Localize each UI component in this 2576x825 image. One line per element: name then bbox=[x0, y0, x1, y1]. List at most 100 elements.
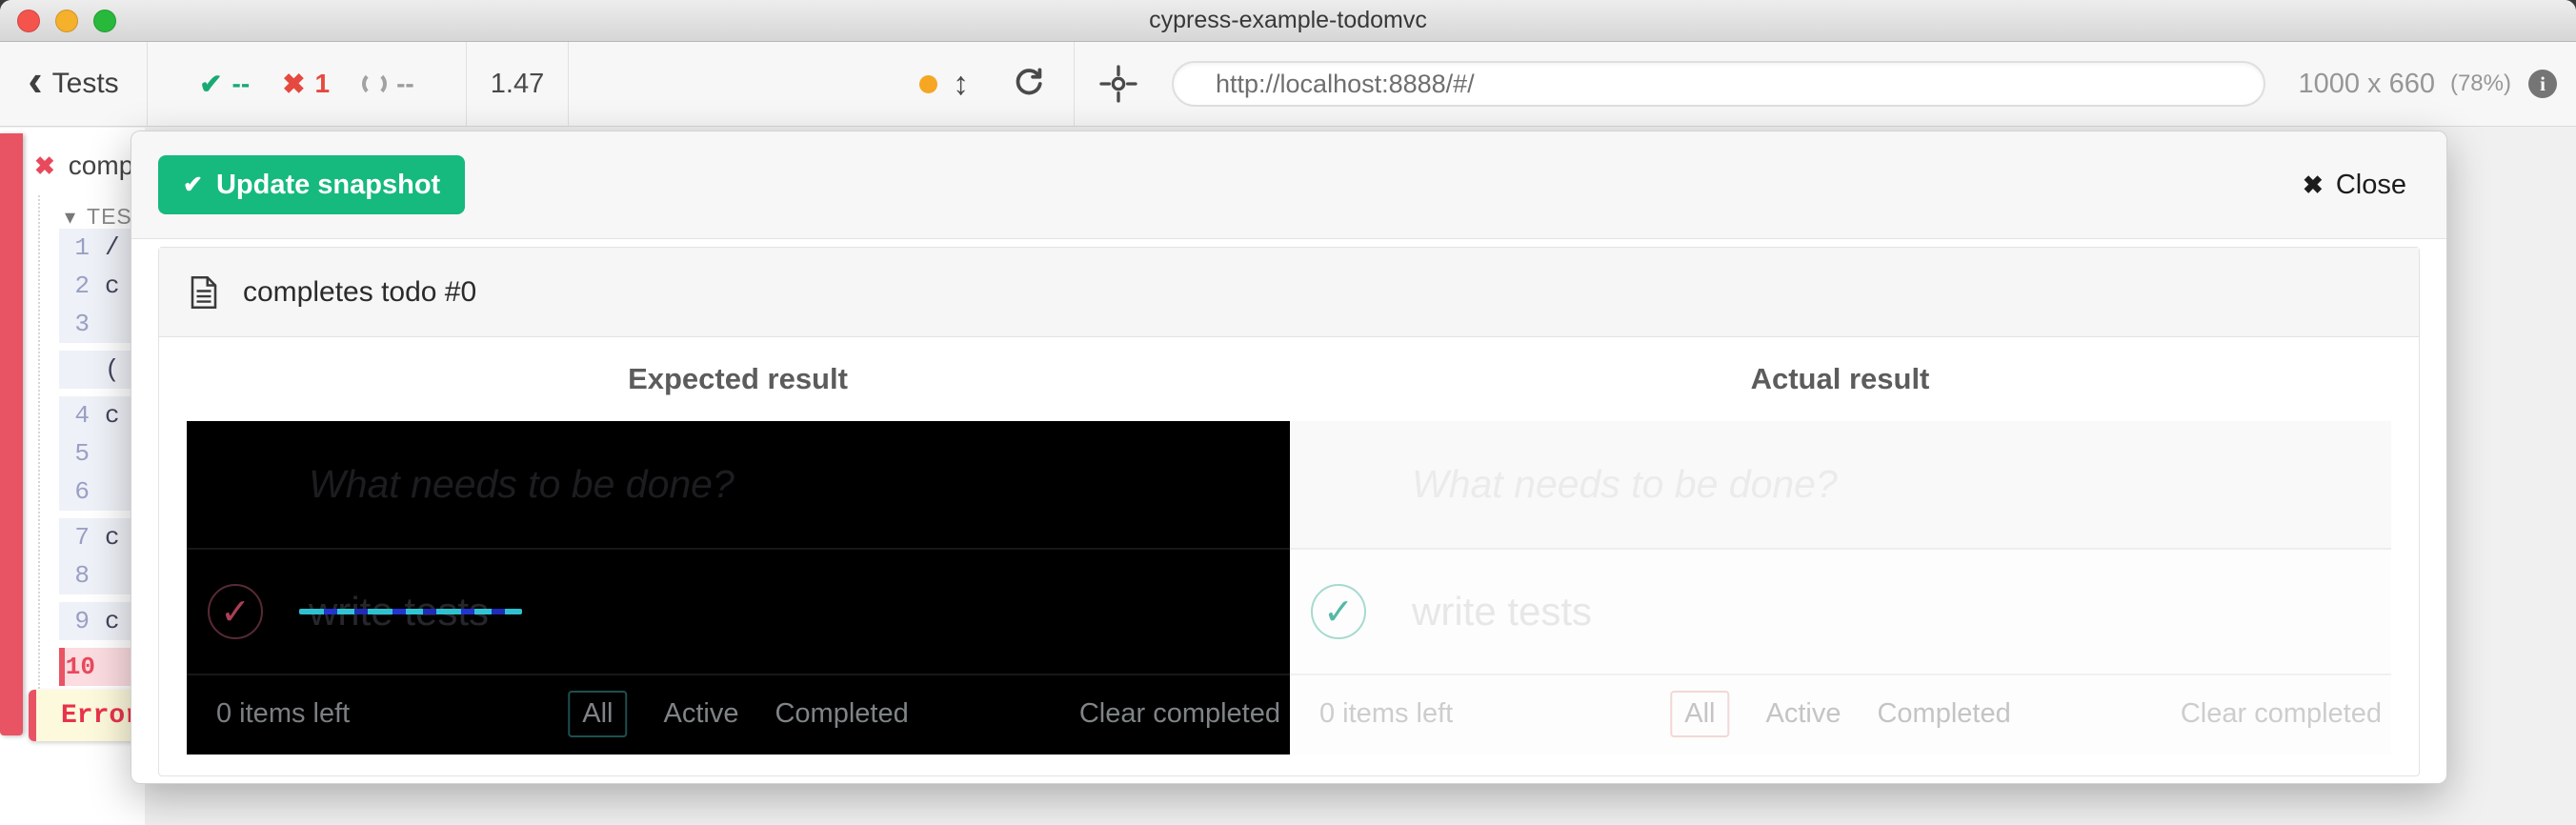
todo-item-row: ✓ write tests bbox=[1290, 550, 2391, 674]
toolbar-divider bbox=[1074, 42, 1075, 126]
viewport-scale: (78%) bbox=[2450, 70, 2511, 97]
todo-filters: All Active Completed bbox=[568, 675, 908, 753]
update-snapshot-label: Update snapshot bbox=[216, 170, 440, 201]
filter-active: Active bbox=[664, 698, 739, 730]
clear-completed-label: Clear completed bbox=[1079, 675, 1280, 753]
runner-toolbar: ‹ Tests ✔ -- ✖ 1 -- 1.47 ↕ bbox=[0, 42, 2576, 127]
snapshot-test-header: completes todo #0 bbox=[159, 248, 2419, 337]
toggle-check-icon: ✓ bbox=[1323, 591, 1354, 634]
failed-test-bar bbox=[0, 133, 23, 735]
stat-pending: -- bbox=[362, 69, 414, 99]
diff-strikethrough-highlight bbox=[299, 609, 522, 614]
dialog-header: ✔ Update snapshot ✖ Close bbox=[131, 131, 2446, 239]
info-icon[interactable]: i bbox=[2528, 70, 2557, 98]
line-number: 8 bbox=[59, 561, 105, 590]
filter-all: All bbox=[1670, 691, 1729, 737]
filter-completed: Completed bbox=[1877, 698, 2010, 730]
window-titlebar: cypress-example-todomvc bbox=[0, 0, 2576, 42]
line-code: / bbox=[105, 233, 120, 262]
resize-vertical-icon: ↕ bbox=[953, 66, 969, 103]
line-number: 6 bbox=[59, 477, 105, 506]
todo-input-row: What needs to be done? bbox=[1290, 421, 2391, 550]
chevron-left-icon: ‹ bbox=[28, 58, 42, 102]
line-code: c bbox=[105, 272, 120, 300]
todo-toggle-icon: ✓ bbox=[208, 584, 263, 639]
test-stats: ✔ -- ✖ 1 -- bbox=[148, 42, 467, 126]
failed-count: 1 bbox=[315, 69, 331, 99]
pending-circle-icon bbox=[362, 71, 387, 96]
line-number: 10 bbox=[65, 653, 111, 681]
snapshot-test-name: completes todo #0 bbox=[243, 276, 476, 309]
section-label: TES bbox=[87, 204, 132, 230]
todo-label: write tests bbox=[1412, 550, 1592, 674]
todo-filters: All Active Completed bbox=[1670, 675, 2010, 753]
todo-item-row: ✓ write tests bbox=[187, 550, 1290, 674]
test-duration: 1.47 bbox=[467, 42, 569, 126]
fail-x-icon: ✖ bbox=[34, 151, 55, 181]
comparison-area: Expected result Actual result What needs… bbox=[159, 337, 2419, 755]
line-number: 7 bbox=[59, 523, 105, 552]
document-icon bbox=[190, 275, 218, 310]
failed-test-title: compl bbox=[69, 151, 140, 181]
filter-all: All bbox=[568, 691, 627, 737]
line-code: c bbox=[105, 523, 120, 552]
stat-passed: ✔ -- bbox=[199, 68, 250, 101]
stat-failed: ✖ 1 bbox=[282, 68, 330, 101]
viewport-controls: ↕ http://localhost:8888/#/ 1000 x 660 (7 bbox=[569, 42, 2576, 126]
url-input[interactable]: http://localhost:8888/#/ bbox=[1172, 61, 2265, 107]
test-body-section[interactable]: ▾ TES bbox=[65, 204, 132, 230]
line-number: 2 bbox=[59, 272, 105, 300]
close-window-icon[interactable] bbox=[17, 10, 40, 32]
todo-input-row: What needs to be done? bbox=[187, 421, 1290, 550]
line-code: ( bbox=[105, 355, 120, 384]
url-text: http://localhost:8888/#/ bbox=[1216, 70, 1475, 99]
close-label: Close bbox=[2336, 170, 2406, 201]
comparison-images: What needs to be done? ✓ write tests 0 bbox=[187, 421, 2391, 755]
line-code: c bbox=[105, 401, 120, 430]
viewport-state-dot-icon bbox=[919, 75, 937, 93]
close-button[interactable]: ✖ Close bbox=[2303, 170, 2406, 201]
traffic-lights bbox=[17, 10, 116, 32]
refresh-button[interactable] bbox=[1011, 66, 1047, 102]
filter-completed: Completed bbox=[775, 698, 908, 730]
line-number: 1 bbox=[59, 233, 105, 262]
line-number: 3 bbox=[59, 310, 105, 338]
comparison-headings: Expected result Actual result bbox=[187, 337, 2391, 421]
viewport-info: 1000 x 660 (78%) i bbox=[2298, 69, 2557, 100]
failed-test-row[interactable]: ✖ compl bbox=[34, 151, 140, 181]
line-code: c bbox=[105, 607, 120, 635]
expected-heading: Expected result bbox=[187, 362, 1289, 396]
check-icon: ✔ bbox=[199, 68, 222, 101]
clear-completed-label: Clear completed bbox=[2181, 675, 2382, 753]
update-snapshot-button[interactable]: ✔ Update snapshot bbox=[158, 155, 465, 214]
caret-down-icon: ▾ bbox=[65, 205, 75, 230]
todo-input-placeholder: What needs to be done? bbox=[309, 462, 735, 507]
actual-heading: Actual result bbox=[1289, 362, 2391, 396]
toggle-check-icon: ✓ bbox=[220, 591, 251, 634]
expected-snapshot-image: What needs to be done? ✓ write tests 0 bbox=[187, 421, 1290, 755]
line-number: 5 bbox=[59, 439, 105, 468]
minimize-window-icon[interactable] bbox=[55, 10, 78, 32]
filter-active: Active bbox=[1766, 698, 1841, 730]
todo-input-placeholder: What needs to be done? bbox=[1412, 462, 1838, 507]
line-number: 9 bbox=[59, 607, 105, 635]
close-x-icon: ✖ bbox=[2303, 171, 2324, 200]
back-to-tests-button[interactable]: ‹ Tests bbox=[0, 42, 148, 126]
x-icon: ✖ bbox=[282, 68, 305, 101]
snapshot-diff-dialog: ✔ Update snapshot ✖ Close completes todo… bbox=[131, 131, 2447, 784]
zoom-window-icon[interactable] bbox=[93, 10, 116, 32]
actual-snapshot-image: What needs to be done? ✓ write tests 0 i… bbox=[1290, 421, 2391, 755]
tests-label: Tests bbox=[52, 68, 119, 100]
reporter-sidebar: ✖ compl ▾ TES 1/ 2c 3 ( 4c 5 6 7c 8 bbox=[0, 128, 145, 825]
cypress-runner-window: cypress-example-todomvc ‹ Tests ✔ -- ✖ 1… bbox=[0, 0, 2576, 825]
snapshot-comparison-box: completes todo #0 Expected result Actual… bbox=[158, 247, 2420, 776]
dialog-body: completes todo #0 Expected result Actual… bbox=[158, 239, 2420, 783]
selector-playground-button[interactable] bbox=[1099, 65, 1137, 103]
todo-toggle-icon: ✓ bbox=[1311, 584, 1366, 639]
indent-guide bbox=[38, 195, 40, 738]
check-icon: ✔ bbox=[183, 171, 203, 199]
items-left-label: 0 items left bbox=[1319, 675, 1453, 753]
error-box: Error: bbox=[29, 690, 145, 741]
todo-footer: 0 items left All Active Completed Clear … bbox=[1290, 674, 2391, 753]
items-left-label: 0 items left bbox=[216, 675, 350, 753]
